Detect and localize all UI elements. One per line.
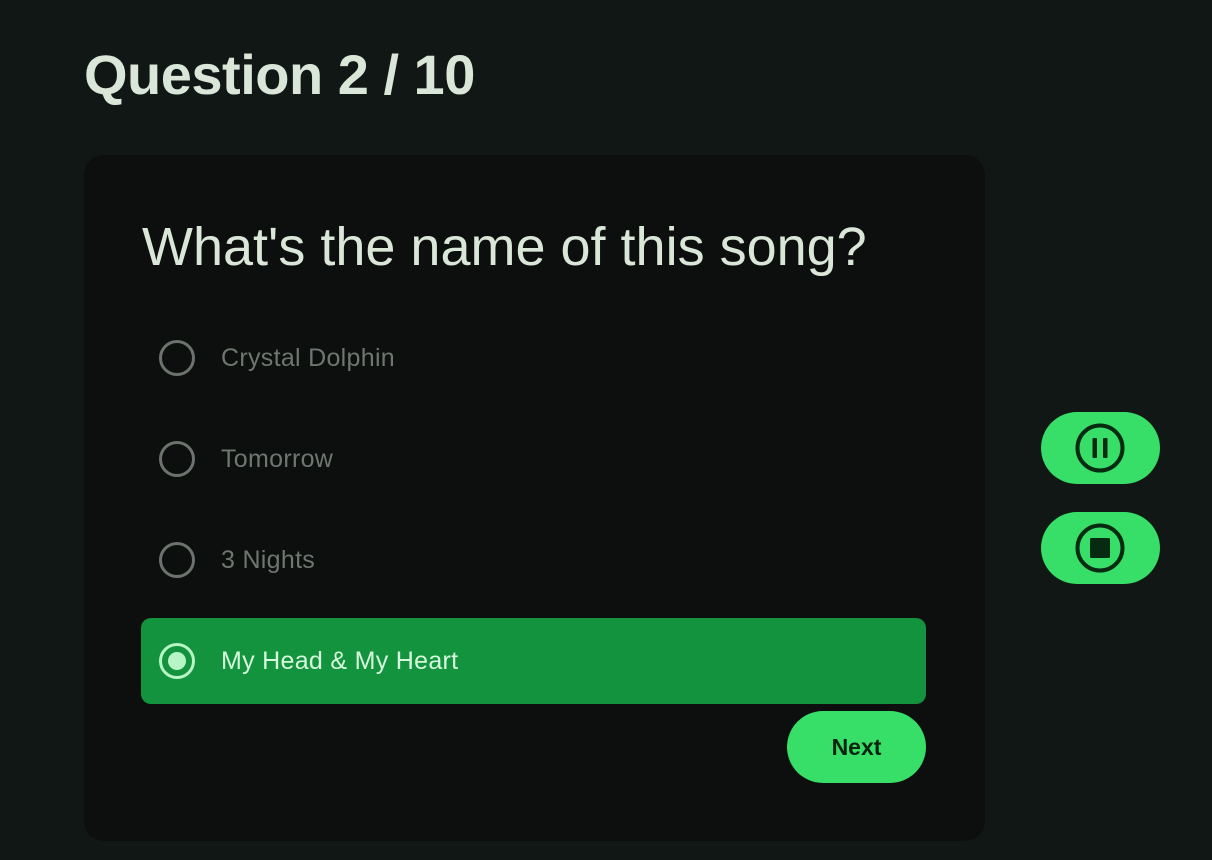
radio-button-icon[interactable] <box>159 542 195 578</box>
pause-button[interactable] <box>1041 412 1160 484</box>
question-counter-title: Question 2 / 10 <box>84 43 475 106</box>
question-card: What's the name of this song? Crystal Do… <box>84 155 985 841</box>
answer-option-my-head-my-heart[interactable]: My Head & My Heart <box>141 618 926 704</box>
next-button[interactable]: Next <box>787 711 926 783</box>
pause-circle-icon <box>1075 423 1125 473</box>
answer-option-3-nights[interactable]: 3 Nights <box>141 517 926 603</box>
answer-option-label: 3 Nights <box>221 546 316 574</box>
stop-button[interactable] <box>1041 512 1160 584</box>
radio-button-icon[interactable] <box>159 441 195 477</box>
answer-option-label: Tomorrow <box>221 445 334 473</box>
radio-button-selected-icon[interactable] <box>159 643 195 679</box>
answer-option-tomorrow[interactable]: Tomorrow <box>141 416 926 502</box>
question-prompt: What's the name of this song? <box>142 217 867 277</box>
answer-options: Crystal Dolphin Tomorrow 3 Nights My Hea… <box>141 315 926 719</box>
answer-option-crystal-dolphin[interactable]: Crystal Dolphin <box>141 315 926 401</box>
radio-button-icon[interactable] <box>159 340 195 376</box>
stop-circle-icon <box>1075 523 1125 573</box>
quiz-screen: Question 2 / 10 What's the name of this … <box>0 0 1212 860</box>
answer-option-label: My Head & My Heart <box>221 647 459 675</box>
answer-option-label: Crystal Dolphin <box>221 344 396 372</box>
